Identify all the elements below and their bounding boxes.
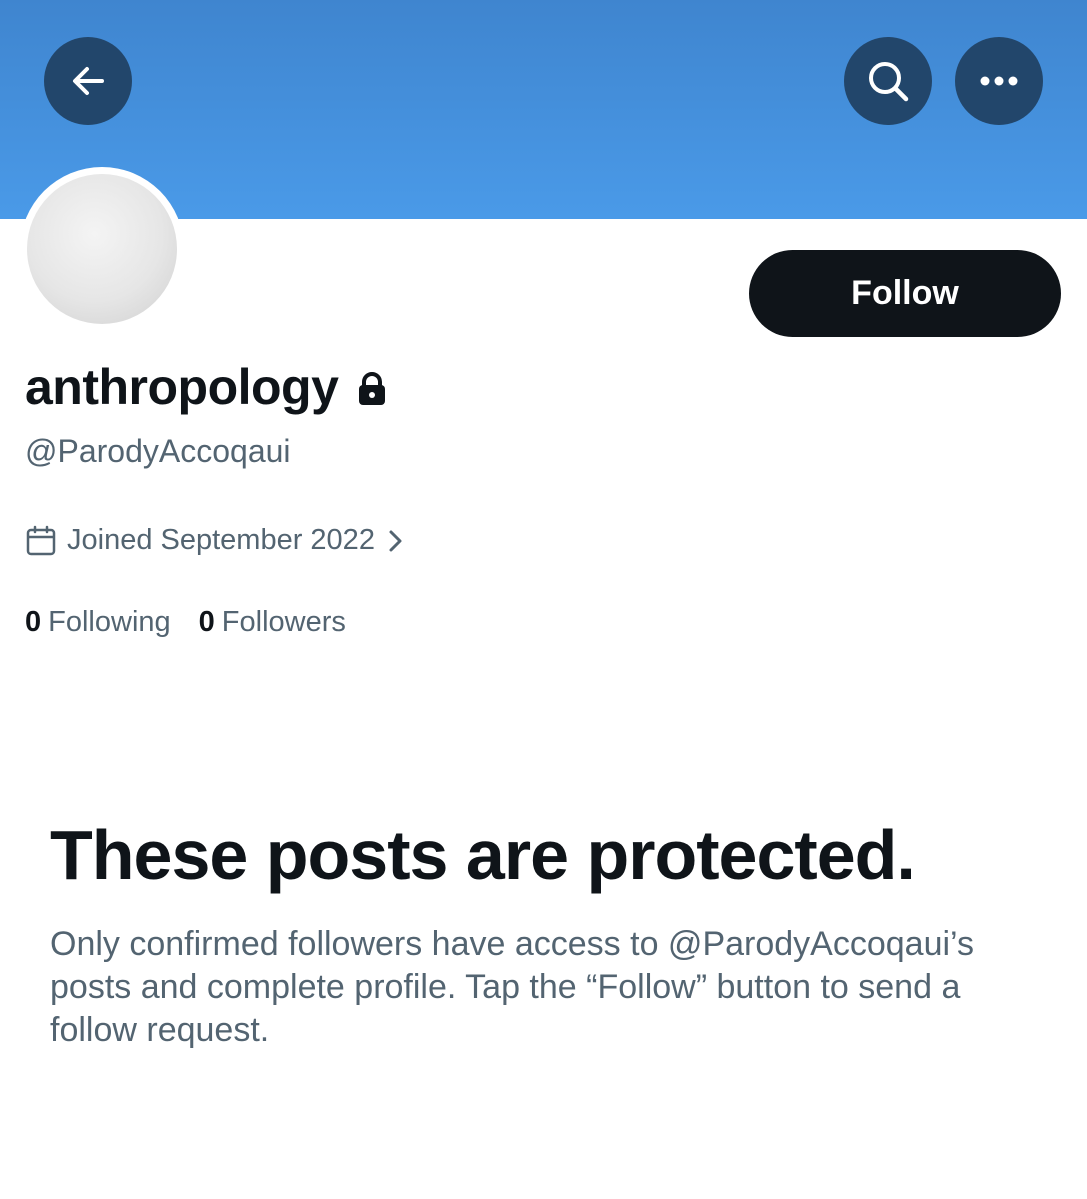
display-name: anthropology bbox=[25, 359, 339, 415]
avatar bbox=[27, 174, 177, 324]
avatar-container[interactable] bbox=[20, 167, 184, 331]
following-count: 0 bbox=[25, 606, 42, 638]
follow-stats: 0 Following 0 Followers bbox=[25, 606, 346, 639]
more-horizontal-icon bbox=[977, 75, 1021, 87]
followers-stat[interactable]: 0 Followers bbox=[199, 606, 346, 639]
follow-button[interactable]: Follow bbox=[749, 250, 1061, 337]
lock-icon bbox=[356, 371, 388, 407]
following-label: Following bbox=[48, 606, 171, 638]
chevron-right-icon bbox=[387, 528, 405, 554]
followers-count: 0 bbox=[198, 606, 215, 638]
more-options-button[interactable] bbox=[955, 37, 1043, 125]
protected-title: These posts are protected. bbox=[50, 816, 916, 894]
followers-label: Followers bbox=[221, 606, 346, 638]
joined-date-link[interactable]: Joined September 2022 bbox=[25, 524, 405, 557]
back-button[interactable] bbox=[44, 37, 132, 125]
profile-handle: @ParodyAccoqaui bbox=[25, 433, 291, 469]
display-name-row: anthropology bbox=[25, 358, 388, 416]
profile-banner bbox=[0, 0, 1087, 219]
profile-page: Follow anthropology @ParodyAccoqaui Join… bbox=[0, 0, 1087, 1199]
calendar-icon bbox=[25, 525, 57, 557]
joined-date-text: Joined September 2022 bbox=[67, 524, 375, 556]
arrow-left-icon bbox=[68, 61, 108, 101]
following-stat[interactable]: 0 Following bbox=[25, 606, 171, 639]
search-button[interactable] bbox=[844, 37, 932, 125]
protected-description: Only confirmed followers have access to … bbox=[50, 925, 974, 1049]
search-icon bbox=[865, 58, 911, 104]
